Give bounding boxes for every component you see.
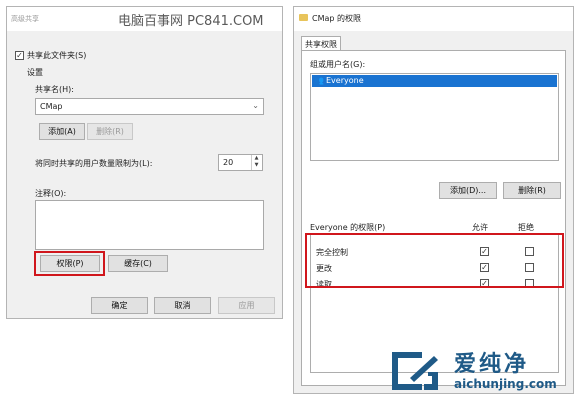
logo-url: aichunjing.com: [454, 377, 557, 391]
settings-label: 设置: [27, 68, 43, 77]
tab-share-permissions[interactable]: 共享权限: [301, 36, 341, 50]
users-group-icon: 👥: [314, 76, 324, 85]
list-item-label: Everyone: [326, 76, 364, 85]
allow-header: 允许: [472, 223, 488, 232]
comments-textarea[interactable]: [35, 200, 264, 250]
user-limit-label: 将同时共享的用户数量限制为(L):: [35, 159, 153, 168]
perm-header: Everyone 的权限(P): [310, 223, 386, 232]
watermark-text: 电脑百事网 PC841.COM: [118, 14, 264, 29]
add-user-button[interactable]: 添加(D)...: [439, 182, 497, 199]
tab-label: 共享权限: [305, 40, 337, 49]
share-name-label: 共享名(H):: [35, 85, 74, 94]
group-users-label: 组或用户名(G):: [310, 60, 366, 69]
permissions-dialog-title: CMap 的权限: [312, 14, 362, 23]
stepper-arrows-icon[interactable]: ▲ ▼: [251, 155, 261, 170]
ok-button[interactable]: 确定: [91, 297, 148, 314]
apply-button[interactable]: 应用: [218, 297, 275, 314]
comments-label: 注释(O):: [35, 189, 67, 198]
permissions-dialog: CMap 的权限 共享权限 组或用户名(G): 👥 Everyone 添加(D)…: [293, 6, 574, 394]
chevron-down-icon: ⌄: [252, 101, 259, 110]
logo-name: 爱纯净: [454, 352, 530, 377]
user-limit-value: 20: [223, 158, 234, 167]
share-name-value: CMap: [40, 102, 63, 111]
deny-header: 拒绝: [518, 223, 534, 232]
list-item[interactable]: 👥 Everyone: [312, 75, 557, 87]
add-button[interactable]: 添加(A): [39, 123, 85, 140]
users-list[interactable]: 👥 Everyone: [310, 73, 559, 161]
cancel-button[interactable]: 取消: [154, 297, 211, 314]
logo-icon: [392, 352, 438, 390]
folder-icon: [299, 14, 308, 21]
share-folder-checkbox[interactable]: ✓: [15, 51, 24, 60]
user-limit-stepper[interactable]: 20 ▲ ▼: [218, 154, 263, 171]
share-folder-label: 共享此文件夹(S): [27, 51, 87, 60]
permissions-dialog-body: 共享权限 组或用户名(G): 👥 Everyone 添加(D)... 删除(R)…: [294, 31, 573, 393]
remove-button[interactable]: 删除(R): [87, 123, 133, 140]
remove-user-button[interactable]: 删除(R): [503, 182, 561, 199]
logo: 爱纯净 aichunjing.com: [388, 346, 578, 396]
dialog-title: 高级共享: [11, 15, 39, 23]
tab-content: 组或用户名(G): 👥 Everyone 添加(D)... 删除(R) Ever…: [301, 50, 566, 386]
permissions-table-highlight: [305, 233, 564, 288]
permissions-highlight: [34, 251, 105, 276]
advanced-sharing-dialog: 高级共享 ✓ 共享此文件夹(S) 设置 共享名(H): CMap ⌄ 添加(A)…: [6, 6, 283, 319]
cache-button[interactable]: 缓存(C): [108, 255, 168, 272]
share-name-dropdown[interactable]: CMap ⌄: [35, 98, 264, 115]
dialog-body: ✓ 共享此文件夹(S) 设置 共享名(H): CMap ⌄ 添加(A) 删除(R…: [7, 31, 282, 318]
